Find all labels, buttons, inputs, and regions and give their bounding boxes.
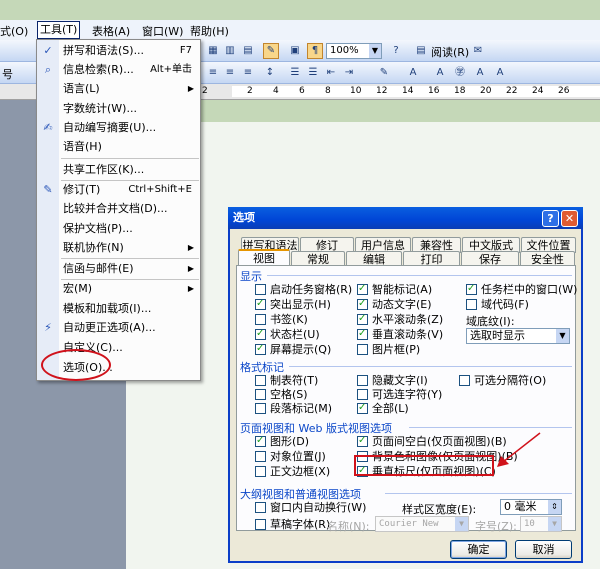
show-hide-icon[interactable]: ¶ <box>307 43 323 59</box>
close-button[interactable]: ✕ <box>561 210 578 227</box>
submenu-arrow-icon: ▶ <box>187 284 194 293</box>
view-tab-panel: 显示 启动任务窗格(R) 智能标记(A) 任务栏中的窗口(W) 突出显示(H) … <box>236 265 577 533</box>
menu-item-compare-merge[interactable]: 比较并合并文档(D)... <box>37 199 200 218</box>
options-dialog: 选项 ? ✕ 拼写和语法 修订 用户信息 兼容性 中文版式 文件位置 视图 常规… <box>228 207 583 563</box>
spin-arrows-icon: ⇕ <box>548 500 561 514</box>
font-name-select[interactable]: Courier New ▼ <box>375 516 469 532</box>
autocorrect-icon: ⚡ <box>44 321 52 334</box>
menu-item-autocorrect[interactable]: ⚡ 自动更正选项(A)... <box>37 318 200 337</box>
style-area-width-label: 样式区宽度(E): <box>402 503 477 516</box>
submenu-arrow-icon: ▶ <box>187 84 194 93</box>
tab-view[interactable]: 视图 <box>238 249 290 266</box>
help-button[interactable]: ? <box>542 210 559 227</box>
section-format-marks: 格式标记 <box>240 361 284 374</box>
field-shading-label: 域底纹(I): <box>466 315 515 328</box>
columns-icon[interactable]: ▥ <box>222 43 238 59</box>
grid-icon[interactable]: ▤ <box>240 43 256 59</box>
enclose-char-icon[interactable]: ㊫ <box>452 65 468 81</box>
options-highlight-oval <box>41 349 111 381</box>
decrease-indent-icon[interactable]: ⇤ <box>323 65 339 81</box>
vertical-ruler-highlight-box <box>354 455 494 476</box>
field-shading-select[interactable]: 选取时显示 ▼ <box>466 328 570 344</box>
menu-item-language[interactable]: 语言(L) ▶ <box>37 79 200 98</box>
mail-icon[interactable]: ✉ <box>470 43 486 59</box>
align-right-icon[interactable]: ≡ <box>240 65 256 81</box>
cancel-button[interactable]: 取消 <box>515 540 572 559</box>
read-button[interactable]: 阅读(R) <box>431 44 469 60</box>
numbering-icon[interactable]: ☰ <box>287 65 303 81</box>
line-spacing-icon[interactable]: ↕ <box>262 65 278 81</box>
bullets-icon[interactable]: ☰ <box>305 65 321 81</box>
menu-item-letters-mailings[interactable]: 信函与邮件(E) ▶ <box>37 259 200 278</box>
font-size-label: 字号(Z): <box>475 520 517 533</box>
chevron-down-icon: ▼ <box>455 517 468 531</box>
tools-menu: ✓ 拼写和语法(S)... F7 ⌕ 信息检索(R)... Alt+单击 语言(… <box>36 39 201 381</box>
font-size-select[interactable]: 号 <box>2 66 13 82</box>
align-left-icon[interactable]: ≡ <box>205 65 221 81</box>
menu-table[interactable]: 表格(A) <box>92 23 130 39</box>
menu-item-word-count[interactable]: 字数统计(W)... <box>37 99 200 118</box>
style-area-width-stepper[interactable]: 0 毫米 ⇕ <box>500 499 562 515</box>
font-name-label: 名称(N): <box>327 520 370 533</box>
read-icon[interactable]: ▤ <box>413 43 429 59</box>
submenu-arrow-icon: ▶ <box>187 264 194 273</box>
menu-bar: 式(O) 工具(T) 表格(A) 窗口(W) 帮助(H) <box>0 20 600 40</box>
menu-item-templates-addins[interactable]: 模板和加载项(I)... <box>37 299 200 318</box>
menu-item-protect-document[interactable]: 保护文档(P)... <box>37 219 200 238</box>
menu-window[interactable]: 窗口(W) <box>142 23 183 39</box>
menu-item-research[interactable]: ⌕ 信息检索(R)... Alt+单击 <box>37 60 200 79</box>
menu-item-track-changes[interactable]: ✎ 修订(T) Ctrl+Shift+E <box>37 180 200 199</box>
drawing-icon[interactable]: ✎ <box>263 43 279 59</box>
menu-format[interactable]: 式(O) <box>0 23 28 39</box>
char-scale-icon[interactable]: A <box>472 65 488 81</box>
ok-button[interactable]: 确定 <box>450 540 507 559</box>
font-size-select[interactable]: 10 ▼ <box>520 516 562 532</box>
menu-help[interactable]: 帮助(H) <box>190 23 229 39</box>
help-icon[interactable]: ? <box>388 43 404 59</box>
dialog-title-bar[interactable]: 选项 <box>228 207 583 229</box>
track-changes-icon: ✎ <box>43 183 53 196</box>
char-border-icon[interactable]: A <box>432 65 448 81</box>
menu-tools[interactable]: 工具(T) <box>37 21 81 39</box>
document-map-icon[interactable]: ▣ <box>287 43 303 59</box>
zoom-select[interactable]: 100% ▼ <box>326 43 382 59</box>
increase-indent-icon[interactable]: ⇥ <box>341 65 357 81</box>
submenu-arrow-icon: ▶ <box>187 243 194 252</box>
abc-check-icon: ✓ <box>43 44 53 57</box>
table-icon[interactable]: ▦ <box>205 43 221 59</box>
summary-icon: ✍ <box>43 121 53 134</box>
menu-item-macro[interactable]: 宏(M) ▶ <box>37 279 200 298</box>
section-show: 显示 <box>240 270 262 283</box>
align-center-icon[interactable]: ≡ <box>222 65 238 81</box>
menu-item-spelling[interactable]: ✓ 拼写和语法(S)... F7 <box>37 41 200 60</box>
menu-item-online-collaboration[interactable]: 联机协作(N) ▶ <box>37 238 200 257</box>
chevron-down-icon: ▼ <box>556 329 569 343</box>
research-icon: ⌕ <box>44 63 52 76</box>
menu-item-autosummarize[interactable]: ✍ 自动编写摘要(U)... <box>37 118 200 137</box>
highlight-icon[interactable]: ✎ <box>376 65 392 81</box>
chevron-down-icon: ▼ <box>548 517 561 531</box>
section-outline-normal: 大纲视图和普通视图选项 <box>240 488 361 501</box>
menu-item-speech[interactable]: 语音(H) <box>37 137 200 156</box>
menu-item-shared-workspace[interactable]: 共享工作区(K)... <box>37 160 200 179</box>
chevron-down-icon: ▼ <box>369 44 381 58</box>
font-color-icon[interactable]: A <box>405 65 421 81</box>
phonetic-icon[interactable]: A <box>492 65 508 81</box>
